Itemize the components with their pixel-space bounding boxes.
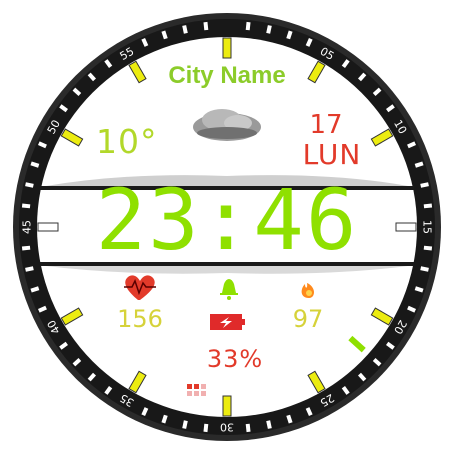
- minute-tick: [245, 21, 251, 31]
- battery-percentage: 33%: [206, 345, 264, 373]
- calories-value: 97: [292, 305, 324, 333]
- date-day: 17: [309, 110, 343, 140]
- battery-level-segment: [194, 391, 199, 396]
- battery-icon: [210, 314, 245, 330]
- hour-tick: [222, 37, 232, 59]
- heart-rate-value: 156: [117, 305, 163, 333]
- city-name: City Name: [168, 62, 286, 89]
- minute-tick: [245, 423, 251, 433]
- battery-level-segment: [201, 384, 206, 389]
- battery-level-segment: [187, 384, 192, 389]
- minute-tick: [203, 423, 209, 433]
- twelve-triangle-icon: [222, 2, 232, 12]
- hour-tick: [222, 395, 232, 417]
- battery-level-segment: [194, 384, 199, 389]
- battery-level-segment: [187, 391, 192, 396]
- bezel-label: 30: [220, 421, 234, 434]
- minute-tick: [203, 21, 209, 31]
- date-weekday: LUN: [302, 138, 362, 171]
- temperature: 10°: [96, 122, 158, 161]
- battery-level-segment: [201, 391, 206, 396]
- digital-time: 23:46: [95, 171, 359, 269]
